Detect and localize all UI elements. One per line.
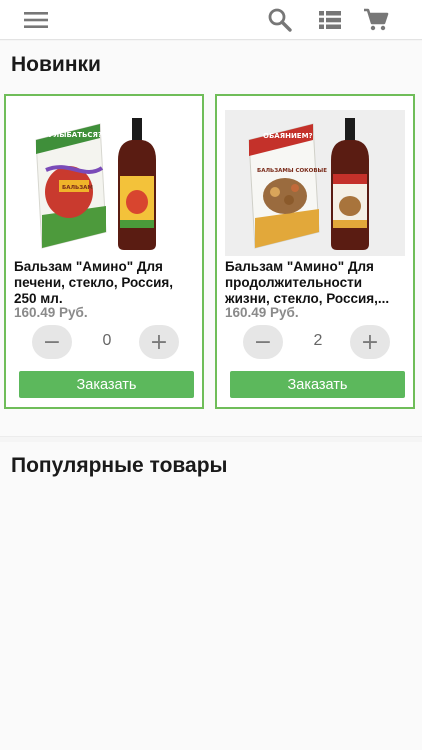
increase-quantity-button[interactable]: + — [350, 325, 390, 359]
product-price: 160.49 Руб. — [225, 305, 299, 320]
shopping-cart-icon[interactable] — [360, 4, 392, 36]
product-card[interactable]: УЛЫБАТЬСЯ? БАЛЬЗАМ Бальзам "Амино" Для п… — [4, 94, 204, 409]
box-headline-text: ОБАЯНИЕМ? — [263, 132, 313, 140]
order-button[interactable]: Заказать — [230, 371, 405, 398]
product-card[interactable]: ОБАЯНИЕМ? БАЛЬЗАМЫ СОКОВЫЕ Бальзам "Амин… — [215, 94, 415, 409]
list-view-icon[interactable] — [314, 4, 346, 36]
box-label-text: БАЛЬЗАМ — [62, 185, 93, 191]
product-image[interactable]: ОБАЯНИЕМ? БАЛЬЗАМЫ СОКОВЫЕ — [225, 110, 405, 256]
section-title-new: Новинки — [11, 53, 101, 76]
section-title-popular: Популярные товары — [11, 454, 228, 477]
box-label-text: БАЛЬЗАМЫ СОКОВЫЕ — [257, 168, 327, 174]
product-price: 160.49 Руб. — [14, 305, 88, 320]
quantity-value: 0 — [102, 332, 112, 349]
search-icon[interactable] — [264, 4, 296, 36]
box-headline-text: УЛЫБАТЬСЯ? — [48, 131, 102, 139]
top-app-bar — [0, 0, 422, 40]
new-products-section: Новинки УЛЫБАТЬСЯ? БАЛЬЗАМ Бальзам "Амин… — [0, 41, 422, 455]
product-name[interactable]: Бальзам "Амино" Для печени, стекло, Росс… — [14, 259, 197, 307]
quantity-value: 2 — [313, 332, 323, 349]
product-image[interactable]: УЛЫБАТЬСЯ? БАЛЬЗАМ — [14, 110, 194, 256]
product-name[interactable]: Бальзам "Амино" Для продолжительности жи… — [225, 259, 408, 307]
popular-products-section: Популярные товары — [0, 442, 422, 750]
increase-quantity-button[interactable]: + — [139, 325, 179, 359]
decrease-quantity-button[interactable]: − — [243, 325, 283, 359]
decrease-quantity-button[interactable]: − — [32, 325, 72, 359]
hamburger-menu-icon[interactable] — [20, 4, 52, 36]
order-button[interactable]: Заказать — [19, 371, 194, 398]
